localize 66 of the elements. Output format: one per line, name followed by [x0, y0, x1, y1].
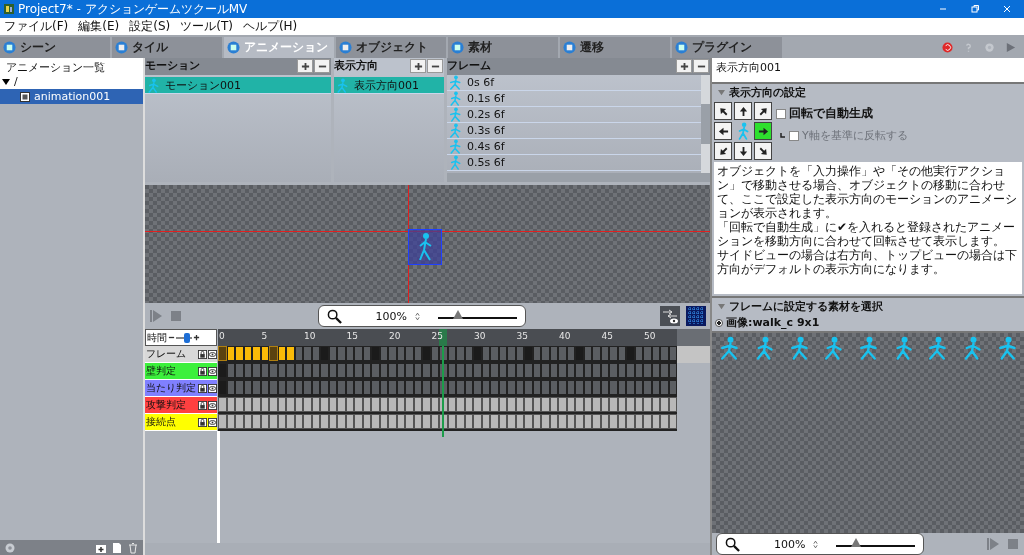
tick-label: 5: [261, 331, 268, 341]
tick-label: 15: [346, 331, 358, 341]
menu-item[interactable]: ツール(T): [180, 18, 233, 35]
track-label: 攻撃判定: [146, 398, 186, 412]
track-header[interactable]: フレーム: [145, 346, 217, 363]
tab-label: オブジェクト: [356, 39, 428, 56]
help-text: サイドビューの場合は右方向、トップビューの場合は下方向がデフォルトの表示方向になります。: [717, 248, 1018, 276]
tab[interactable]: オブジェクト: [336, 37, 446, 58]
window-title: Project7* - アクションゲームツクールMV: [18, 1, 248, 18]
menu-item[interactable]: 設定(S): [129, 18, 171, 35]
list-item[interactable]: 0.3s 6f: [447, 123, 701, 139]
tab[interactable]: 遷移: [560, 37, 670, 58]
help-text: オブジェクトを「入力操作」や「その他実行アクション」で移動させる場合、オブジェクトの移動に合わせて、ここで設定した表示方向のモーションのアニメーションが表示されます。: [717, 164, 1018, 220]
tab[interactable]: シーン: [0, 37, 110, 58]
tick-label: 50: [644, 331, 656, 341]
panel-title: フレーム: [447, 58, 491, 73]
checkbox[interactable]: 回転で自動生成: [776, 105, 908, 122]
track-header[interactable]: 壁判定: [145, 363, 217, 380]
track-label: フレーム: [146, 347, 186, 361]
list-item[interactable]: 0.2s 6f: [447, 107, 701, 123]
selected-item-name: 表示方向001: [712, 58, 1024, 82]
tick-label: 20: [389, 331, 401, 341]
list-item[interactable]: 0.5s 6f: [447, 155, 701, 171]
track-header[interactable]: 接続点: [145, 414, 217, 431]
tab[interactable]: 素材: [448, 37, 558, 58]
help-text: 「回転で自動生成」に✔を入れると登録されたアニメーションを移動方向に合わせて回転させて表示します。: [717, 220, 1017, 248]
list-item[interactable]: 0.4s 6f: [447, 139, 701, 155]
tick-label: 30: [474, 331, 486, 341]
list-item[interactable]: 0s 6f: [447, 75, 701, 91]
checkbox-label: Y軸を基準に反転する: [802, 128, 908, 143]
tab-label: タイル: [132, 39, 168, 56]
tick-label: 35: [516, 331, 528, 341]
radio-label: 画像:walk_c 9x1: [726, 315, 820, 330]
tab-label: 素材: [468, 39, 492, 56]
tab[interactable]: プラグイン: [672, 37, 782, 58]
panel-title: モーション: [145, 58, 200, 73]
section-title: フレームに設定する素材を選択: [729, 298, 883, 314]
tree-item[interactable]: animation001: [0, 89, 143, 104]
zoom-value: 100%: [375, 309, 407, 323]
tick-label: 25: [431, 331, 443, 341]
tick-label: 40: [559, 331, 571, 341]
list-item[interactable]: 表示方向001: [334, 77, 444, 94]
menu-item[interactable]: ヘルプ(H): [242, 18, 298, 35]
track-header[interactable]: 攻撃判定: [145, 397, 217, 414]
checkbox-label: 回転で自動生成: [789, 105, 873, 122]
tab[interactable]: タイル: [112, 37, 222, 58]
panel-title: 表示方向: [334, 58, 378, 73]
tab-label: シーン: [20, 39, 56, 56]
tab-label: 遷移: [580, 39, 604, 56]
track-label: 当たり判定: [146, 381, 196, 395]
section-title: 表示方向の設定: [729, 84, 806, 100]
list-item[interactable]: モーション001: [145, 77, 331, 94]
track-label: 壁判定: [146, 364, 176, 378]
track-header[interactable]: 当たり判定: [145, 380, 217, 397]
menu-item[interactable]: ファイル(F): [4, 18, 69, 35]
tick-label: 45: [601, 331, 613, 341]
menu-item[interactable]: 編集(E): [78, 18, 120, 35]
tick-label: 10: [304, 331, 316, 341]
panel-title: アニメーション一覧: [0, 58, 143, 74]
tab-label: プラグイン: [692, 39, 752, 56]
zoom-value: 100%: [774, 537, 806, 551]
tab-label: アニメーション: [244, 39, 328, 56]
list-item[interactable]: 0.1s 6f: [447, 91, 701, 107]
track-label: 時間: [147, 330, 167, 345]
tick-label: 0: [219, 331, 225, 341]
track-label: 接続点: [146, 415, 176, 429]
